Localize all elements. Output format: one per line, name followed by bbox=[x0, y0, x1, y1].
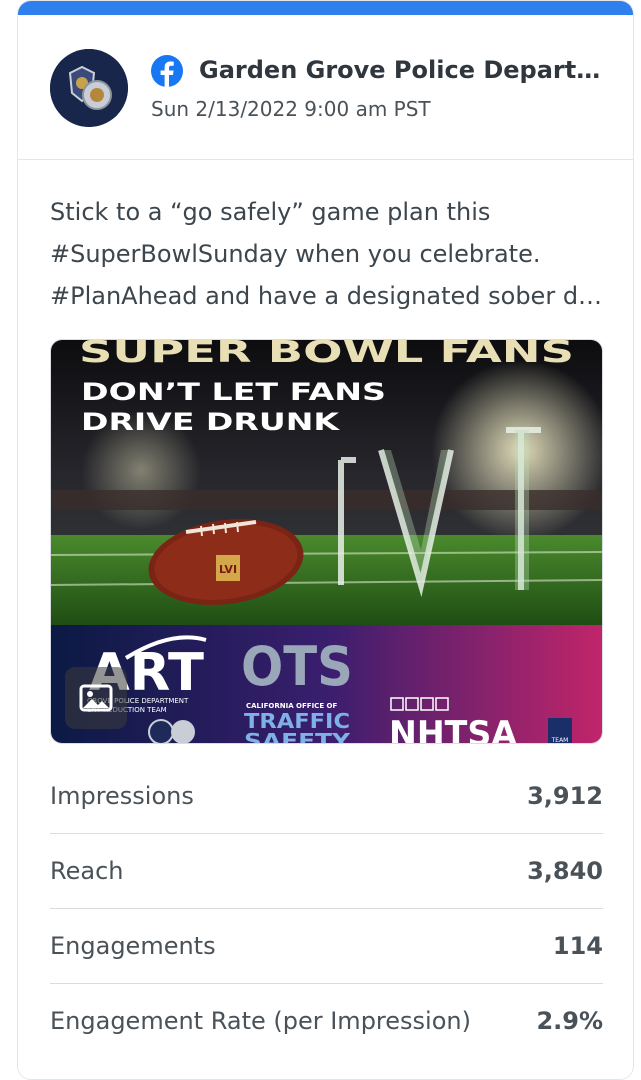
post-text-line: Stick to a “go safely” game plan this bbox=[50, 198, 491, 226]
stat-row-reach: Reach 3,840 bbox=[50, 834, 603, 909]
post-timestamp: Sun 2/13/2022 9:00 am PST bbox=[151, 97, 431, 121]
media-subhead-1: DON’T LET FANS bbox=[81, 378, 386, 406]
logo-ots-safety: SAFETY bbox=[244, 729, 351, 744]
image-icon bbox=[65, 667, 127, 729]
logo-team: TEAM bbox=[551, 737, 569, 744]
stat-value: 114 bbox=[552, 932, 603, 960]
football-lvi-text: LVI bbox=[219, 563, 237, 576]
stat-label: Impressions bbox=[50, 782, 194, 810]
post-stats: Impressions 3,912 Reach 3,840 Engagement… bbox=[50, 759, 603, 1058]
stat-label: Engagements bbox=[50, 932, 216, 960]
logo-ots: OTS bbox=[241, 635, 353, 698]
stat-row-engagements: Engagements 114 bbox=[50, 909, 603, 984]
stat-value: 3,840 bbox=[527, 857, 603, 885]
post-text: Stick to a “go safely” game plan this #S… bbox=[50, 191, 610, 317]
stat-label: Engagement Rate (per Impression) bbox=[50, 1007, 471, 1035]
stat-label: Reach bbox=[50, 857, 124, 885]
card-accent-bar bbox=[18, 1, 633, 15]
media-headline: SUPER BOWL FANS bbox=[79, 340, 574, 370]
stat-value: 2.9% bbox=[536, 1007, 603, 1035]
logo-nhtsa: NHTSA bbox=[389, 714, 518, 744]
post-text-line: #SuperBowlSunday when you celebrate. bbox=[50, 240, 541, 268]
stat-row-impressions: Impressions 3,912 bbox=[50, 759, 603, 834]
stat-row-engagement-rate: Engagement Rate (per Impression) 2.9% bbox=[50, 984, 603, 1058]
post-media-image[interactable]: LVI SUPER BOWL FANS DON’T LET FANS DRIVE… bbox=[50, 339, 603, 744]
media-subhead-2: DRIVE DRUNK bbox=[81, 408, 341, 436]
post-header: Garden Grove Police Department Sun 2/13/… bbox=[18, 15, 633, 160]
page-name[interactable]: Garden Grove Police Department bbox=[199, 53, 609, 87]
post-card: Garden Grove Police Department Sun 2/13/… bbox=[17, 0, 634, 1080]
avatar[interactable] bbox=[50, 49, 128, 127]
post-text-line: #PlanAhead and have a designated sober d… bbox=[50, 282, 610, 310]
stat-value: 3,912 bbox=[527, 782, 603, 810]
facebook-icon bbox=[151, 55, 183, 87]
